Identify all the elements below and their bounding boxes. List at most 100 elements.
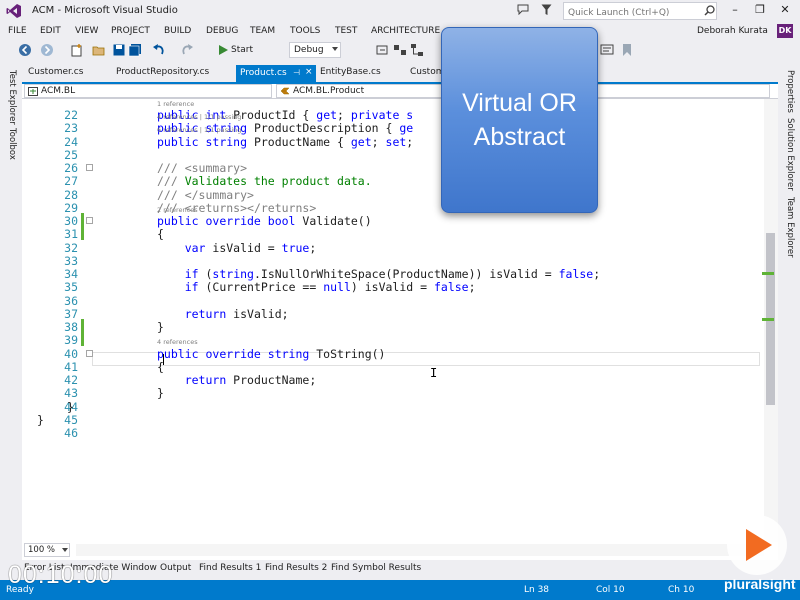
restore-button[interactable]: ❐ xyxy=(753,3,767,17)
code-line: public override string ToString() xyxy=(157,346,386,361)
side-tab-team-explorer[interactable]: Team Explorer xyxy=(785,197,795,258)
codelens-references[interactable]: 1 reference xyxy=(157,100,194,108)
code-line: } xyxy=(157,320,164,334)
line-number: 37 xyxy=(64,306,78,321)
close-button[interactable]: ✕ xyxy=(778,3,792,17)
code-line: } xyxy=(157,386,164,401)
menu-file[interactable]: FILE xyxy=(8,26,27,36)
notifications-icon[interactable] xyxy=(517,4,529,15)
line-number: 42 xyxy=(64,373,78,387)
code-line: { xyxy=(157,227,164,242)
status-line: Ln 38 xyxy=(524,585,550,595)
line-number: 28 xyxy=(64,187,78,202)
menu-tools[interactable]: TOOLS xyxy=(290,26,320,36)
class-icon xyxy=(280,87,290,95)
change-indicator xyxy=(81,319,84,333)
open-file-icon[interactable] xyxy=(92,43,106,57)
menu-build[interactable]: BUILD xyxy=(164,26,191,36)
tab-entitybase-cs[interactable]: EntityBase.cs xyxy=(320,67,381,77)
tab-customer-overflow[interactable]: Custom xyxy=(410,67,444,77)
toolbar-comment-icon[interactable] xyxy=(600,43,614,57)
video-timestamp: 00:10:00 xyxy=(8,561,114,589)
collapse-toggle-icon[interactable] xyxy=(86,217,93,224)
line-number: 43 xyxy=(64,386,78,401)
menu-edit[interactable]: EDIT xyxy=(40,26,61,36)
start-debugging-icon[interactable] xyxy=(216,43,230,57)
new-project-icon[interactable] xyxy=(70,43,84,57)
code-line: /// <summary> xyxy=(157,161,248,175)
start-button[interactable]: Start xyxy=(231,45,253,55)
line-number: 46 xyxy=(64,426,78,440)
line-number: 23 xyxy=(64,121,78,136)
minimize-button[interactable]: – xyxy=(728,3,742,17)
toolbar-diagram-icon[interactable] xyxy=(410,43,424,57)
line-number: 27 xyxy=(64,174,78,189)
text-caret xyxy=(163,354,164,365)
code-editor[interactable] xyxy=(22,99,764,542)
save-all-icon[interactable] xyxy=(128,43,142,57)
tab-output[interactable]: Output xyxy=(160,563,191,573)
horizontal-scrollbar[interactable] xyxy=(76,544,764,556)
line-number: 35 xyxy=(64,280,78,295)
line-number: 41 xyxy=(64,359,78,374)
forward-icon[interactable] xyxy=(40,43,54,57)
code-line: /// Validates the product data. xyxy=(157,174,372,189)
tab-find-results-1[interactable]: Find Results 1 xyxy=(199,563,261,573)
project-dropdown[interactable]: ACM.BL xyxy=(24,84,272,98)
feedback-filter-icon[interactable] xyxy=(541,4,552,16)
collapse-toggle-icon[interactable] xyxy=(86,349,93,357)
tab-find-results-2[interactable]: Find Results 2 xyxy=(265,563,327,573)
quick-launch-input[interactable] xyxy=(563,2,717,20)
save-icon[interactable] xyxy=(112,43,126,57)
undo-icon[interactable] xyxy=(152,43,166,57)
menu-team[interactable]: TEAM xyxy=(250,26,275,36)
menu-architecture[interactable]: ARCHITECTURE xyxy=(371,26,440,36)
line-number: 32 xyxy=(64,240,78,255)
user-name[interactable]: Deborah Kurata xyxy=(697,26,768,36)
search-icon[interactable] xyxy=(704,5,715,16)
side-tab-toolbox[interactable]: Toolbox xyxy=(7,128,17,160)
line-number: 26 xyxy=(64,161,78,175)
menu-project[interactable]: PROJECT xyxy=(111,26,150,36)
toolbar-step-icon[interactable] xyxy=(375,43,389,57)
line-number: 22 xyxy=(64,108,78,122)
back-icon[interactable] xyxy=(18,43,32,57)
codelens-references[interactable]: 4 references xyxy=(157,338,198,346)
collapse-toggle-icon[interactable] xyxy=(86,164,93,171)
code-line: return isValid; xyxy=(184,306,289,321)
redo-icon[interactable] xyxy=(180,43,194,57)
tab-customer-cs[interactable]: Customer.cs xyxy=(28,67,83,77)
tab-productrepository-cs[interactable]: ProductRepository.cs xyxy=(116,67,209,77)
menu-test[interactable]: TEST xyxy=(335,26,357,36)
close-icon[interactable]: × xyxy=(305,67,313,77)
code-line: public string ProductName { get; set; xyxy=(157,134,414,149)
play-icon xyxy=(746,529,772,561)
side-tab-test-explorer[interactable]: Test Explorer xyxy=(7,70,17,125)
pin-icon[interactable]: ⊣ xyxy=(293,68,300,77)
side-tab-solution-explorer[interactable]: Solution Explorer xyxy=(785,118,795,191)
status-column: Col 10 xyxy=(596,585,625,595)
scrollbar-change-marker xyxy=(762,272,774,275)
menu-view[interactable]: VIEW xyxy=(75,26,98,36)
change-indicator xyxy=(81,332,84,347)
line-number: 34 xyxy=(64,267,78,281)
change-indicator xyxy=(81,213,84,227)
toolbar-layout-icon[interactable] xyxy=(393,43,407,57)
pluralsight-logo: pluralsight xyxy=(724,576,796,592)
tab-find-symbol-results[interactable]: Find Symbol Results xyxy=(331,563,421,573)
codelens-references[interactable]: 2 references xyxy=(157,206,198,214)
toolbar-bookmark-icon[interactable] xyxy=(620,43,634,57)
line-number: 39 xyxy=(64,333,78,348)
line-number: 40 xyxy=(64,346,78,361)
line-number: 24 xyxy=(64,134,78,149)
codelens-references[interactable]: 4 references | 1/1 passing xyxy=(157,113,241,121)
scrollbar-change-marker xyxy=(762,318,774,321)
menu-debug[interactable]: DEBUG xyxy=(206,26,238,36)
line-number: 36 xyxy=(64,293,78,308)
change-indicator xyxy=(81,226,84,241)
codelens-references[interactable]: 6 references | 1/1 passing xyxy=(157,126,241,134)
line-number: 33 xyxy=(64,253,78,268)
code-line: /// </summary> xyxy=(157,187,254,202)
avatar[interactable]: DK xyxy=(777,24,793,38)
side-tab-properties[interactable]: Properties xyxy=(785,70,795,113)
